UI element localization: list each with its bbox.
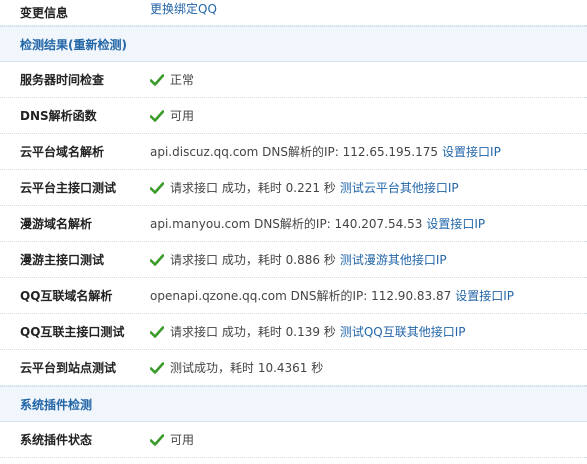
check-icon [150,109,164,122]
row-label: 云平台主接口测试 [20,181,117,195]
row-cloud-to-site: 云平台到站点测试 测试成功，耗时 10.4361 秒 [0,350,587,386]
row-dns-function: DNS解析函数 可用 [0,98,587,134]
row-label: 漫游域名解析 [20,217,93,231]
set-interface-ip-link[interactable]: 设置接口IP [442,143,501,160]
row-label: 云平台到站点测试 [20,361,117,375]
test-manyou-other-ip-link[interactable]: 测试漫游其他接口IP [340,251,447,268]
cloud-diagnostics-table: 变更信息 更换绑定QQ 检测结果(重新检测) 服务器时间检查 正常 DNS解析函… [0,0,587,458]
set-interface-ip-link[interactable]: 设置接口IP [426,215,485,232]
detect-section-header: 检测结果(重新检测) [0,26,587,62]
row-label: 服务器时间检查 [20,73,105,87]
row-status: 可用 [170,109,195,123]
check-icon [150,253,164,266]
test-cloud-other-ip-link[interactable]: 测试云平台其他接口IP [340,179,459,196]
row-label: QQ互联域名解析 [20,289,113,303]
row-qq-connect-dns: QQ互联域名解析 openapi.qzone.qq.com DNS解析的IP: … [0,278,587,314]
test-qq-connect-other-ip-link[interactable]: 测试QQ互联其他接口IP [340,323,466,340]
row-server-time: 服务器时间检查 正常 [0,62,587,98]
plugins-section-header: 系统插件检测 [0,386,587,422]
row-status: 正常 [170,73,195,87]
row-plugin-status: 系统插件状态 可用 [0,422,587,458]
change-bound-qq-link[interactable]: 更换绑定QQ [150,0,217,17]
check-icon [150,73,164,86]
row-text: api.manyou.com DNS解析的IP: 140.207.54.53 [150,217,423,231]
row-label: QQ互联主接口测试 [20,325,125,339]
row-label: 云平台域名解析 [20,145,105,159]
row-qq-connect-main-api: QQ互联主接口测试 请求接口 成功，耗时 0.139 秒 测试QQ互联其他接口I… [0,314,587,350]
row-cloud-dns: 云平台域名解析 api.discuz.qq.com DNS解析的IP: 112.… [0,134,587,170]
check-icon [150,361,164,374]
row-text: 请求接口 成功，耗时 0.139 秒 [170,325,336,339]
change-info-label: 变更信息 [20,6,69,20]
set-interface-ip-link[interactable]: 设置接口IP [455,287,514,304]
row-manyou-dns: 漫游域名解析 api.manyou.com DNS解析的IP: 140.207.… [0,206,587,242]
row-status: 可用 [170,433,195,447]
row-label: DNS解析函数 [20,109,97,123]
row-text: openapi.qzone.qq.com DNS解析的IP: 112.90.83… [150,289,452,303]
row-cloud-main-api: 云平台主接口测试 请求接口 成功，耗时 0.221 秒 测试云平台其他接口IP [0,170,587,206]
check-icon [150,433,164,446]
row-manyou-main-api: 漫游主接口测试 请求接口 成功，耗时 0.886 秒 测试漫游其他接口IP [0,242,587,278]
row-text: 测试成功，耗时 10.4361 秒 [170,361,324,375]
change-info-row: 变更信息 更换绑定QQ [0,0,587,26]
plugins-section-title: 系统插件检测 [20,397,93,412]
check-icon [150,325,164,338]
row-label: 系统插件状态 [20,433,93,447]
row-text: 请求接口 成功，耗时 0.221 秒 [170,181,336,195]
detect-section-title[interactable]: 检测结果(重新检测) [20,36,127,53]
check-icon [150,181,164,194]
row-label: 漫游主接口测试 [20,253,105,267]
row-text: 请求接口 成功，耗时 0.886 秒 [170,253,336,267]
row-text: api.discuz.qq.com DNS解析的IP: 112.65.195.1… [150,145,439,159]
